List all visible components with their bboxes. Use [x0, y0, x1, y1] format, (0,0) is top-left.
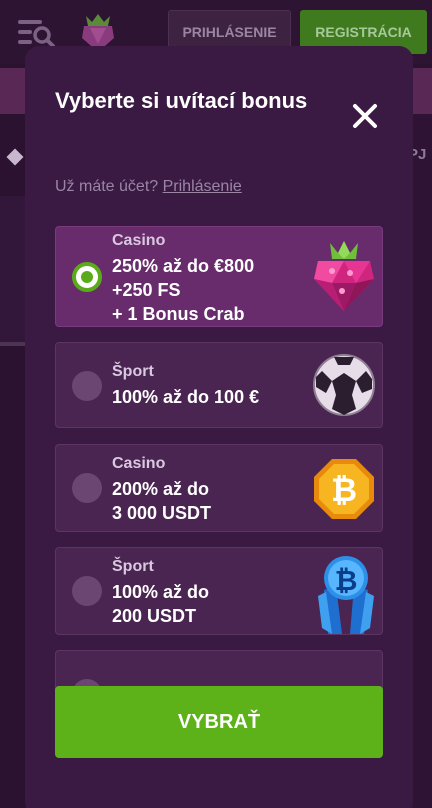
welcome-bonus-modal: Vyberte si uvítací bonus Už máte účet? P… — [25, 46, 413, 808]
bonus-offer-line: 100% až do 100 € — [112, 387, 260, 407]
bonus-offer-line: + 1 Bonus Crab — [112, 304, 245, 324]
bonus-radio[interactable] — [72, 371, 102, 401]
bonus-category: Casino — [112, 455, 166, 472]
bonus-category: Šport — [112, 363, 154, 380]
background-divider — [0, 342, 28, 346]
bonus-category: Šport — [112, 558, 154, 575]
bonus-radio-selected[interactable] — [72, 262, 102, 292]
bonus-card-sport-2[interactable]: Šport 100% až do 200 USDT ₿ — [55, 547, 383, 635]
svg-text:₿: ₿ — [331, 471, 357, 509]
bonus-offer-line: 3 000 USDT — [112, 503, 212, 523]
account-prompt: Už máte účet? Prihlásenie — [55, 178, 242, 196]
bonus-card-casino-1[interactable]: Casino 250% až do €800 +250 FS + 1 Bonus… — [55, 226, 383, 327]
account-question: Už máte účet? — [55, 178, 159, 195]
soccer-ball-icon — [313, 354, 375, 416]
bonus-offer-line: 200 USDT — [112, 606, 197, 626]
bonus-offer: 100% až do 100 € — [112, 385, 312, 409]
bonus-radio[interactable] — [72, 576, 102, 606]
login-link[interactable]: Prihlásenie — [163, 178, 242, 195]
bonus-category: Casino — [112, 232, 166, 249]
background-left-panel — [0, 196, 28, 346]
select-button[interactable]: VYBRAŤ — [55, 686, 383, 758]
bonus-offer: 250% až do €800 +250 FS + 1 Bonus Crab — [112, 254, 312, 326]
bitcoin-coin-icon: ₿ — [314, 459, 374, 519]
bonus-offer: 100% až do 200 USDT — [112, 580, 312, 628]
bonus-offer-line: +250 FS — [112, 280, 181, 300]
close-icon[interactable] — [351, 102, 379, 130]
bonus-card-sport-1[interactable]: Šport 100% až do 100 € — [55, 342, 383, 428]
dice-icon — [6, 148, 24, 166]
raspberry-gem-icon — [314, 241, 374, 311]
modal-title: Vyberte si uvítací bonus — [55, 88, 308, 113]
bonus-radio[interactable] — [72, 473, 102, 503]
bonus-offer-line: 100% až do — [112, 582, 210, 602]
svg-text:₿: ₿ — [335, 564, 358, 597]
bonus-offer-line: 200% až do — [112, 479, 210, 499]
background-right-column — [412, 114, 432, 808]
search-menu-icon[interactable] — [16, 17, 56, 49]
bonus-card-casino-2[interactable]: Casino 200% až do 3 000 USDT ₿ — [55, 444, 383, 532]
bitcoin-crystal-icon: ₿ — [318, 556, 374, 634]
bonus-offer-line: 250% až do €800 — [112, 256, 255, 276]
bonus-offer: 200% až do 3 000 USDT — [112, 477, 312, 525]
